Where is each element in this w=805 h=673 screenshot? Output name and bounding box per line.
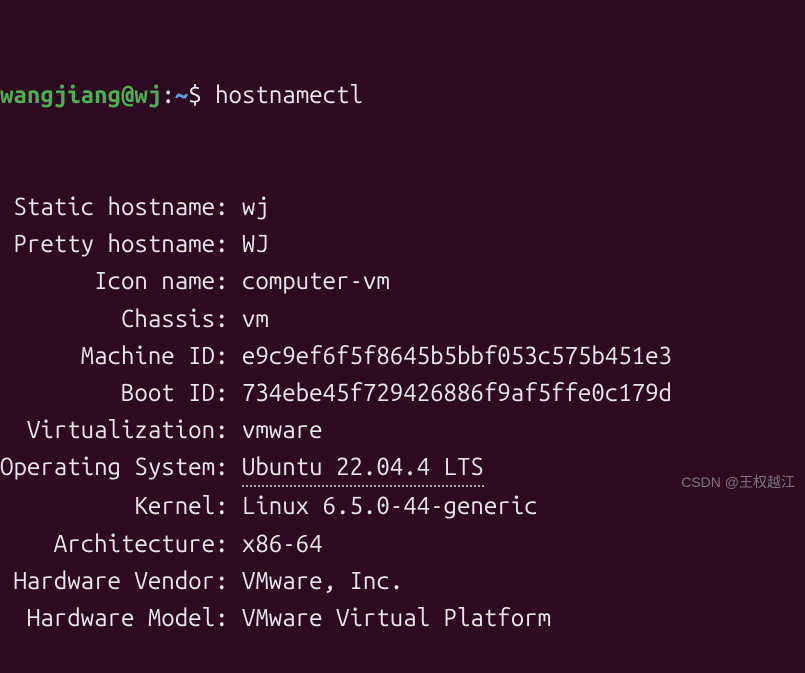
output-row: Chassis: vm — [0, 300, 805, 337]
output-block: Static hostname: wj Pretty hostname: WJ … — [0, 188, 805, 636]
output-value: x86-64 — [242, 525, 323, 562]
prompt-colon: : — [161, 76, 174, 113]
output-key: Machine ID: — [0, 337, 242, 374]
output-value: VMware Virtual Platform — [242, 599, 551, 636]
output-key: Operating System: — [0, 448, 242, 487]
prompt-at: @ — [121, 76, 134, 113]
prompt-user: wangjiang — [0, 76, 121, 113]
output-row: Virtualization: vmware — [0, 411, 805, 448]
output-key: Architecture: — [0, 525, 242, 562]
output-value: Linux 6.5.0-44-generic — [242, 487, 538, 524]
output-key: Hardware Vendor: — [0, 562, 242, 599]
output-value: Ubuntu 22.04.4 LTS — [242, 448, 484, 487]
output-key: Hardware Model: — [0, 599, 242, 636]
output-key: Static hostname: — [0, 188, 242, 225]
output-key: Chassis: — [0, 300, 242, 337]
output-key: Kernel: — [0, 487, 242, 524]
output-row: Hardware Vendor: VMware, Inc. — [0, 562, 805, 599]
output-row: Architecture: x86-64 — [0, 525, 805, 562]
output-value: 734ebe45f729426886f9af5ffe0c179d — [242, 374, 672, 411]
terminal-output: wangjiang@wj:~$ hostnamectl Static hostn… — [0, 2, 805, 673]
output-key: Icon name: — [0, 262, 242, 299]
prompt-path: ~ — [175, 76, 188, 113]
output-row: Machine ID: e9c9ef6f5f8645b5bbf053c575b4… — [0, 337, 805, 374]
prompt-host: wj — [134, 76, 161, 113]
command-text: hostnamectl — [215, 76, 363, 113]
output-row: Boot ID: 734ebe45f729426886f9af5ffe0c179… — [0, 374, 805, 411]
watermark: CSDN @王权越江 — [681, 472, 795, 494]
output-row: Static hostname: wj — [0, 188, 805, 225]
prompt-dollar: $ — [188, 76, 215, 113]
output-key: Boot ID: — [0, 374, 242, 411]
prompt-line[interactable]: wangjiang@wj:~$ hostnamectl — [0, 76, 805, 113]
output-value: VMware, Inc. — [242, 562, 403, 599]
output-value: e9c9ef6f5f8645b5bbf053c575b451e3 — [242, 337, 672, 374]
output-value: wj — [242, 188, 269, 225]
output-row: Hardware Model: VMware Virtual Platform — [0, 599, 805, 636]
output-row: Icon name: computer-vm — [0, 262, 805, 299]
output-key: Virtualization: — [0, 411, 242, 448]
output-row: Pretty hostname: WJ — [0, 225, 805, 262]
output-key: Pretty hostname: — [0, 225, 242, 262]
output-value: vmware — [242, 411, 323, 448]
output-value: computer-vm — [242, 262, 390, 299]
output-value: vm — [242, 300, 269, 337]
output-value: WJ — [242, 225, 269, 262]
